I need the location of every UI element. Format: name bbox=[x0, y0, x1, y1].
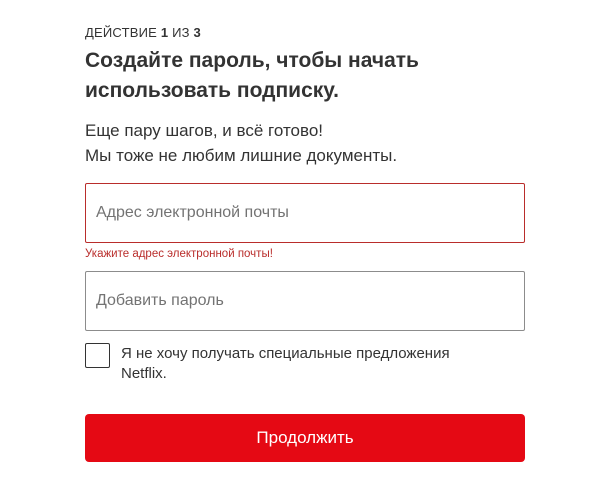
step-current: 1 bbox=[160, 25, 169, 40]
email-input[interactable] bbox=[86, 184, 524, 242]
email-error-message: Укажите адрес электронной почты! bbox=[85, 248, 273, 260]
subtitle-line-1: Еще пару шагов, и всё готово! bbox=[85, 121, 324, 140]
subtitle-line-2: Мы тоже не любим лишние документы. bbox=[85, 146, 398, 165]
step-total: 3 bbox=[193, 25, 201, 40]
page-title: Создайте пароль, чтобы начать использова… bbox=[85, 49, 419, 102]
step-indicator: ДЕЙСТВИЕ 1 ИЗ 3 bbox=[85, 24, 525, 42]
registration-form: ДЕЙСТВИЕ 1 ИЗ 3 Создайте пароль, чтобы н… bbox=[85, 24, 525, 462]
step-separator: ИЗ bbox=[172, 25, 190, 40]
email-field[interactable] bbox=[85, 183, 525, 243]
page-subtitle: Еще пару шагов, и всё готово! Мы тоже не… bbox=[85, 118, 525, 168]
offers-opt-out-checkbox[interactable] bbox=[85, 343, 110, 368]
continue-button[interactable]: Продолжить bbox=[85, 414, 525, 462]
offers-opt-out-row: Я не хочу получать специальные предложен… bbox=[85, 343, 525, 384]
step-prefix: ДЕЙСТВИЕ bbox=[85, 25, 158, 40]
offers-opt-out-label[interactable]: Я не хочу получать специальные предложен… bbox=[121, 344, 491, 384]
password-input[interactable] bbox=[86, 272, 524, 330]
password-field[interactable] bbox=[85, 271, 525, 331]
